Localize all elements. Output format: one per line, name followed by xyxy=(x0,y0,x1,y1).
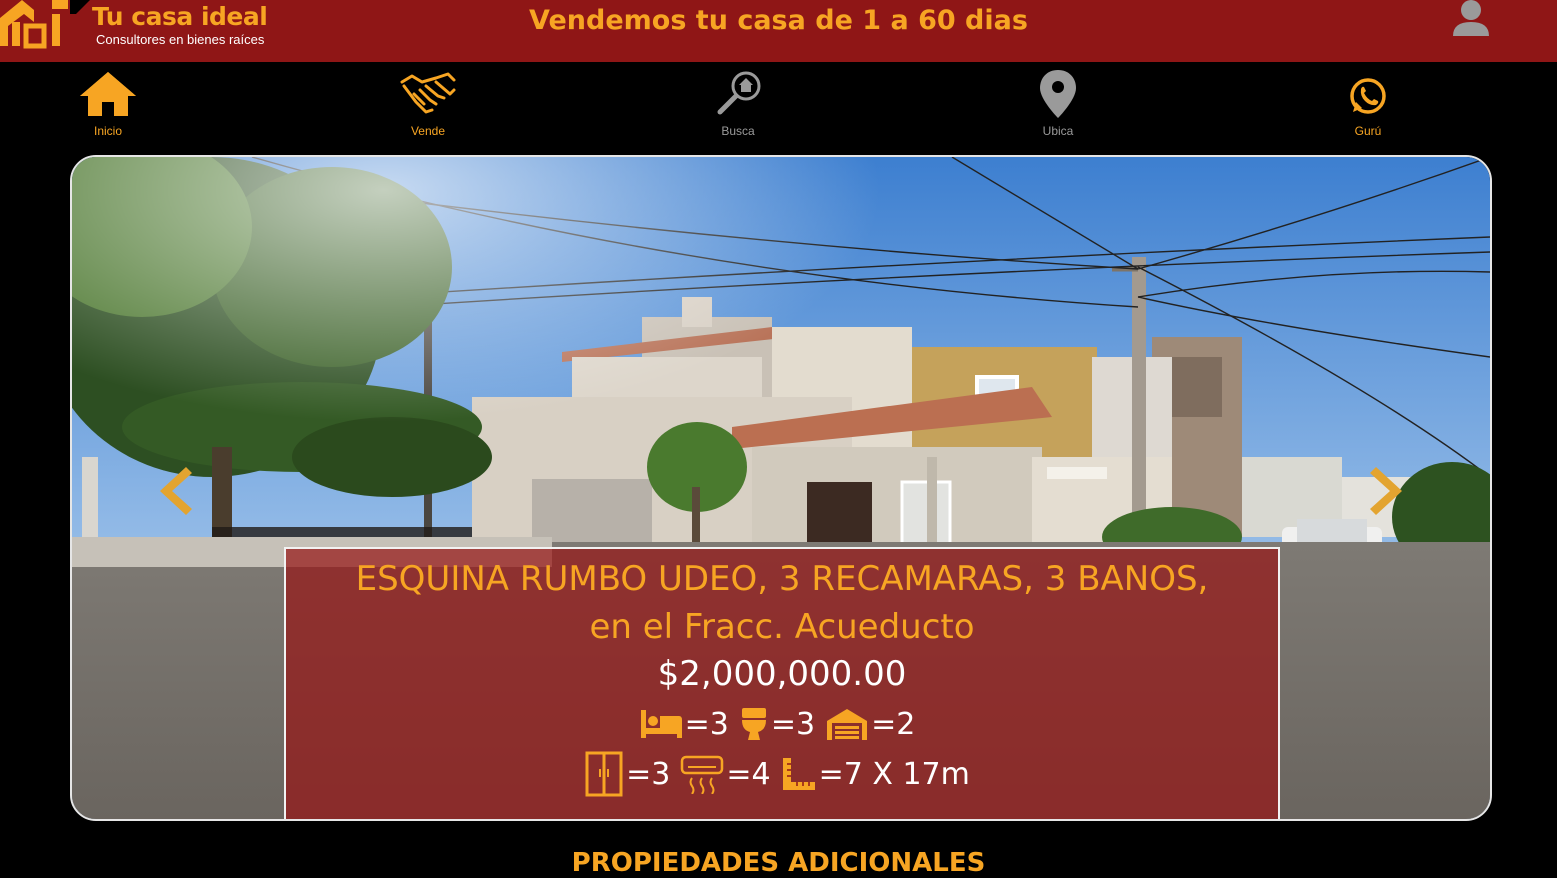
property-carousel[interactable]: ESQUINA RUMBO UDEO, 3 RECAMARAS, 3 BANOS… xyxy=(70,155,1492,821)
garage-icon xyxy=(827,709,868,740)
nav-item-vende[interactable]: Vende xyxy=(368,68,488,138)
site-header: Tu casa ideal Consultores en bienes raíc… xyxy=(0,0,1557,62)
listing-title-line1: ESQUINA RUMBO UDEO, 3 RECAMARAS, 3 BANOS… xyxy=(355,559,1209,599)
user-icon xyxy=(1453,0,1489,36)
garage-count: =2 xyxy=(871,706,916,742)
ac-count: =4 xyxy=(726,756,771,792)
nav-label-vende: Vende xyxy=(410,124,446,138)
whatsapp-icon xyxy=(1350,78,1386,114)
closet-icon xyxy=(585,751,623,797)
chevron-left-icon xyxy=(160,467,192,515)
nav-label-guru: Gurú xyxy=(1354,124,1382,138)
features-row-2: =3 =4 =7 X 17m xyxy=(286,749,1278,799)
header-headline: Vendemos tu casa de 1 a 60 dias xyxy=(529,5,1028,36)
handshake-icon xyxy=(400,72,456,114)
nav-label-ubica: Ubica xyxy=(1042,124,1074,138)
features-row-1: =3 =3 =2 xyxy=(286,699,1278,749)
nav-item-inicio[interactable]: Inicio xyxy=(48,68,168,138)
toilet-icon xyxy=(741,708,766,740)
nav-item-ubica[interactable]: Ubica xyxy=(998,68,1118,138)
section-title-additional-properties: PROPIEDADES ADICIONALES xyxy=(571,848,986,878)
chevron-right-icon xyxy=(1370,467,1402,515)
lot-size: =7 X 17m xyxy=(818,756,970,792)
home-icon xyxy=(80,72,136,116)
map-pin-icon xyxy=(1040,70,1076,118)
air-conditioner-icon xyxy=(681,755,724,794)
closets-count: =3 xyxy=(626,756,671,792)
search-house-icon xyxy=(717,71,761,115)
ruler-icon xyxy=(782,758,815,790)
user-account-button[interactable] xyxy=(1450,0,1492,40)
bedrooms-count: =3 xyxy=(684,706,729,742)
carousel-prev-button[interactable] xyxy=(152,457,202,527)
bathrooms-count: =3 xyxy=(770,706,816,742)
listing-caption[interactable]: ESQUINA RUMBO UDEO, 3 RECAMARAS, 3 BANOS… xyxy=(284,547,1280,819)
listing-title-line2: en el Fracc. Acueducto xyxy=(589,607,975,647)
nav-label-inicio: Inicio xyxy=(93,124,122,138)
nav-item-guru[interactable]: Gurú xyxy=(1308,68,1428,138)
listing-price: $2,000,000.00 xyxy=(657,654,907,694)
carousel-next-button[interactable] xyxy=(1360,457,1410,527)
listing-title: ESQUINA RUMBO UDEO, 3 RECAMARAS, 3 BANOS… xyxy=(286,555,1278,651)
nav-label-busca: Busca xyxy=(721,124,755,138)
nav-item-busca[interactable]: Busca xyxy=(678,68,798,138)
bed-icon xyxy=(640,710,682,738)
